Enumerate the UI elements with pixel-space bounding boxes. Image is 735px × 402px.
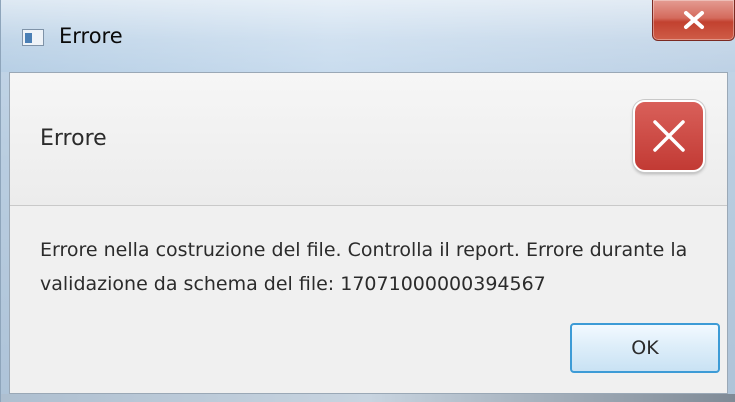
ok-button[interactable]: OK bbox=[570, 323, 720, 373]
close-icon bbox=[684, 11, 704, 29]
dialog-content: Errore Errore nella costruzione del file… bbox=[9, 72, 728, 394]
error-message: Errore nella costruzione del file. Contr… bbox=[40, 239, 688, 295]
dialog-header-text: Errore bbox=[40, 126, 107, 151]
window-title: Errore bbox=[59, 24, 123, 48]
close-button[interactable] bbox=[652, 0, 735, 41]
window-bottom-edge bbox=[1, 394, 735, 402]
dialog-header: Errore bbox=[10, 73, 727, 206]
error-x-icon bbox=[633, 100, 705, 172]
dialog-window: Errore Errore Errore nella costruzione d… bbox=[0, 0, 735, 402]
title-bar[interactable]: Errore bbox=[1, 0, 735, 72]
window-app-icon bbox=[22, 29, 44, 46]
